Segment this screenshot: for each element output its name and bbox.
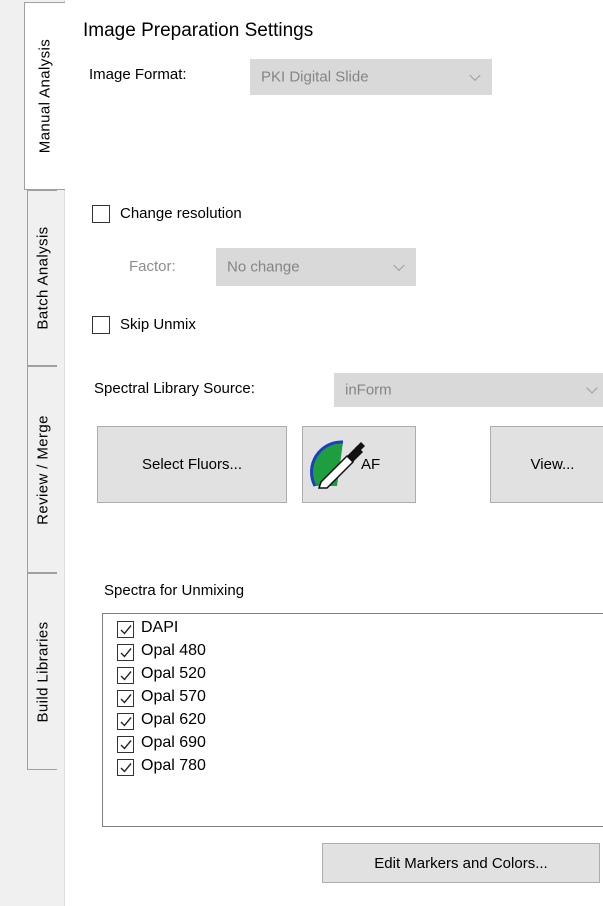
tab-label: Review / Merge — [34, 414, 51, 525]
spectral-library-label: Spectral Library Source: — [94, 380, 255, 397]
tab-label: Batch Analysis — [34, 226, 51, 330]
spectral-library-select[interactable]: inForm — [334, 373, 603, 407]
edit-markers-button[interactable]: Edit Markers and Colors... — [322, 843, 600, 883]
list-item-label: Opal 480 — [141, 642, 206, 659]
skip-unmix-checkbox[interactable] — [92, 316, 110, 334]
chevron-down-icon — [469, 69, 481, 82]
list-item-label: DAPI — [141, 619, 179, 636]
checkbox-checked[interactable] — [117, 713, 134, 730]
edit-markers-label: Edit Markers and Colors... — [374, 854, 548, 872]
image-format-value: PKI Digital Slide — [261, 68, 369, 86]
list-item-label: Opal 520 — [141, 665, 206, 682]
tab-build-libraries[interactable]: Build Libraries — [27, 573, 57, 770]
list-item-label: Opal 620 — [141, 711, 206, 728]
checkbox-checked[interactable] — [117, 644, 134, 661]
select-fluors-label: Select Fluors... — [141, 456, 243, 473]
image-format-select[interactable]: PKI Digital Slide — [250, 59, 492, 95]
spectral-library-value: inForm — [345, 381, 392, 399]
tab-review-merge[interactable]: Review / Merge — [27, 366, 57, 573]
check-icon — [120, 625, 132, 635]
check-icon — [120, 763, 132, 773]
skip-unmix-label[interactable]: Skip Unmix — [120, 316, 196, 333]
spectra-label: Spectra for Unmixing — [104, 582, 245, 599]
view-label: View... — [530, 456, 575, 473]
tab-batch-analysis[interactable]: Batch Analysis — [27, 190, 57, 366]
tab-manual-analysis[interactable]: Manual Analysis — [24, 2, 65, 190]
list-item-label: Opal 690 — [141, 734, 206, 751]
checkbox-checked[interactable] — [117, 667, 134, 684]
chevron-down-icon — [393, 259, 405, 272]
panel-title: Image Preparation Settings — [83, 20, 314, 41]
list-item-label: Opal 570 — [141, 688, 206, 705]
list-item-label: Opal 780 — [141, 757, 206, 774]
change-resolution-label[interactable]: Change resolution — [120, 205, 242, 222]
check-icon — [120, 671, 132, 681]
check-icon — [120, 648, 132, 658]
check-icon — [120, 717, 132, 727]
checkbox-checked[interactable] — [117, 759, 134, 776]
image-format-label: Image Format: — [89, 66, 187, 83]
check-icon — [120, 694, 132, 704]
factor-label: Factor: — [129, 258, 176, 275]
factor-value: No change — [227, 258, 300, 276]
checkbox-checked[interactable] — [117, 690, 134, 707]
checkbox-checked[interactable] — [117, 621, 134, 638]
eyedropper-icon — [310, 439, 365, 489]
checkbox-checked[interactable] — [117, 736, 134, 753]
select-fluors-button[interactable]: Select Fluors... — [97, 426, 287, 503]
tab-label: Manual Analysis — [36, 38, 54, 154]
af-button[interactable]: AF — [302, 426, 416, 503]
check-icon — [120, 740, 132, 750]
tab-label: Build Libraries — [34, 620, 51, 723]
view-button[interactable]: View... — [490, 426, 603, 503]
factor-select[interactable]: No change — [216, 248, 416, 286]
af-label: AF — [361, 456, 381, 473]
change-resolution-checkbox[interactable] — [92, 205, 110, 223]
spectra-list[interactable]: DAPI Opal 480 Opal 520 Opal 570 Opal 620… — [102, 613, 603, 827]
